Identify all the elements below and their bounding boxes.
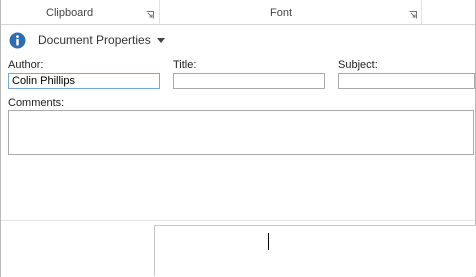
comments-label: Comments: (8, 97, 65, 109)
ribbon-group-label-font: Font (270, 7, 293, 19)
title-field[interactable] (173, 73, 325, 89)
text-cursor (268, 233, 269, 250)
ribbon-group-separator (159, 0, 160, 24)
word-window: Clipboard Font Document Properties Autho… (0, 0, 476, 277)
subject-label: Subject: (338, 59, 378, 71)
comments-field[interactable] (8, 110, 474, 155)
info-icon (9, 32, 26, 49)
title-label: Title: (173, 59, 197, 71)
clipboard-dialog-launcher-icon[interactable] (146, 11, 154, 19)
author-label: Author: (8, 59, 44, 71)
document-page[interactable] (154, 225, 476, 276)
font-dialog-launcher-icon[interactable] (409, 11, 417, 19)
document-properties-menu-button[interactable]: Document Properties (38, 33, 151, 47)
subject-field[interactable] (338, 73, 475, 89)
author-field[interactable] (8, 73, 160, 89)
chevron-down-icon[interactable] (157, 38, 165, 43)
ribbon-group-separator (421, 0, 422, 24)
ribbon-group-label-clipboard: Clipboard (46, 7, 94, 19)
